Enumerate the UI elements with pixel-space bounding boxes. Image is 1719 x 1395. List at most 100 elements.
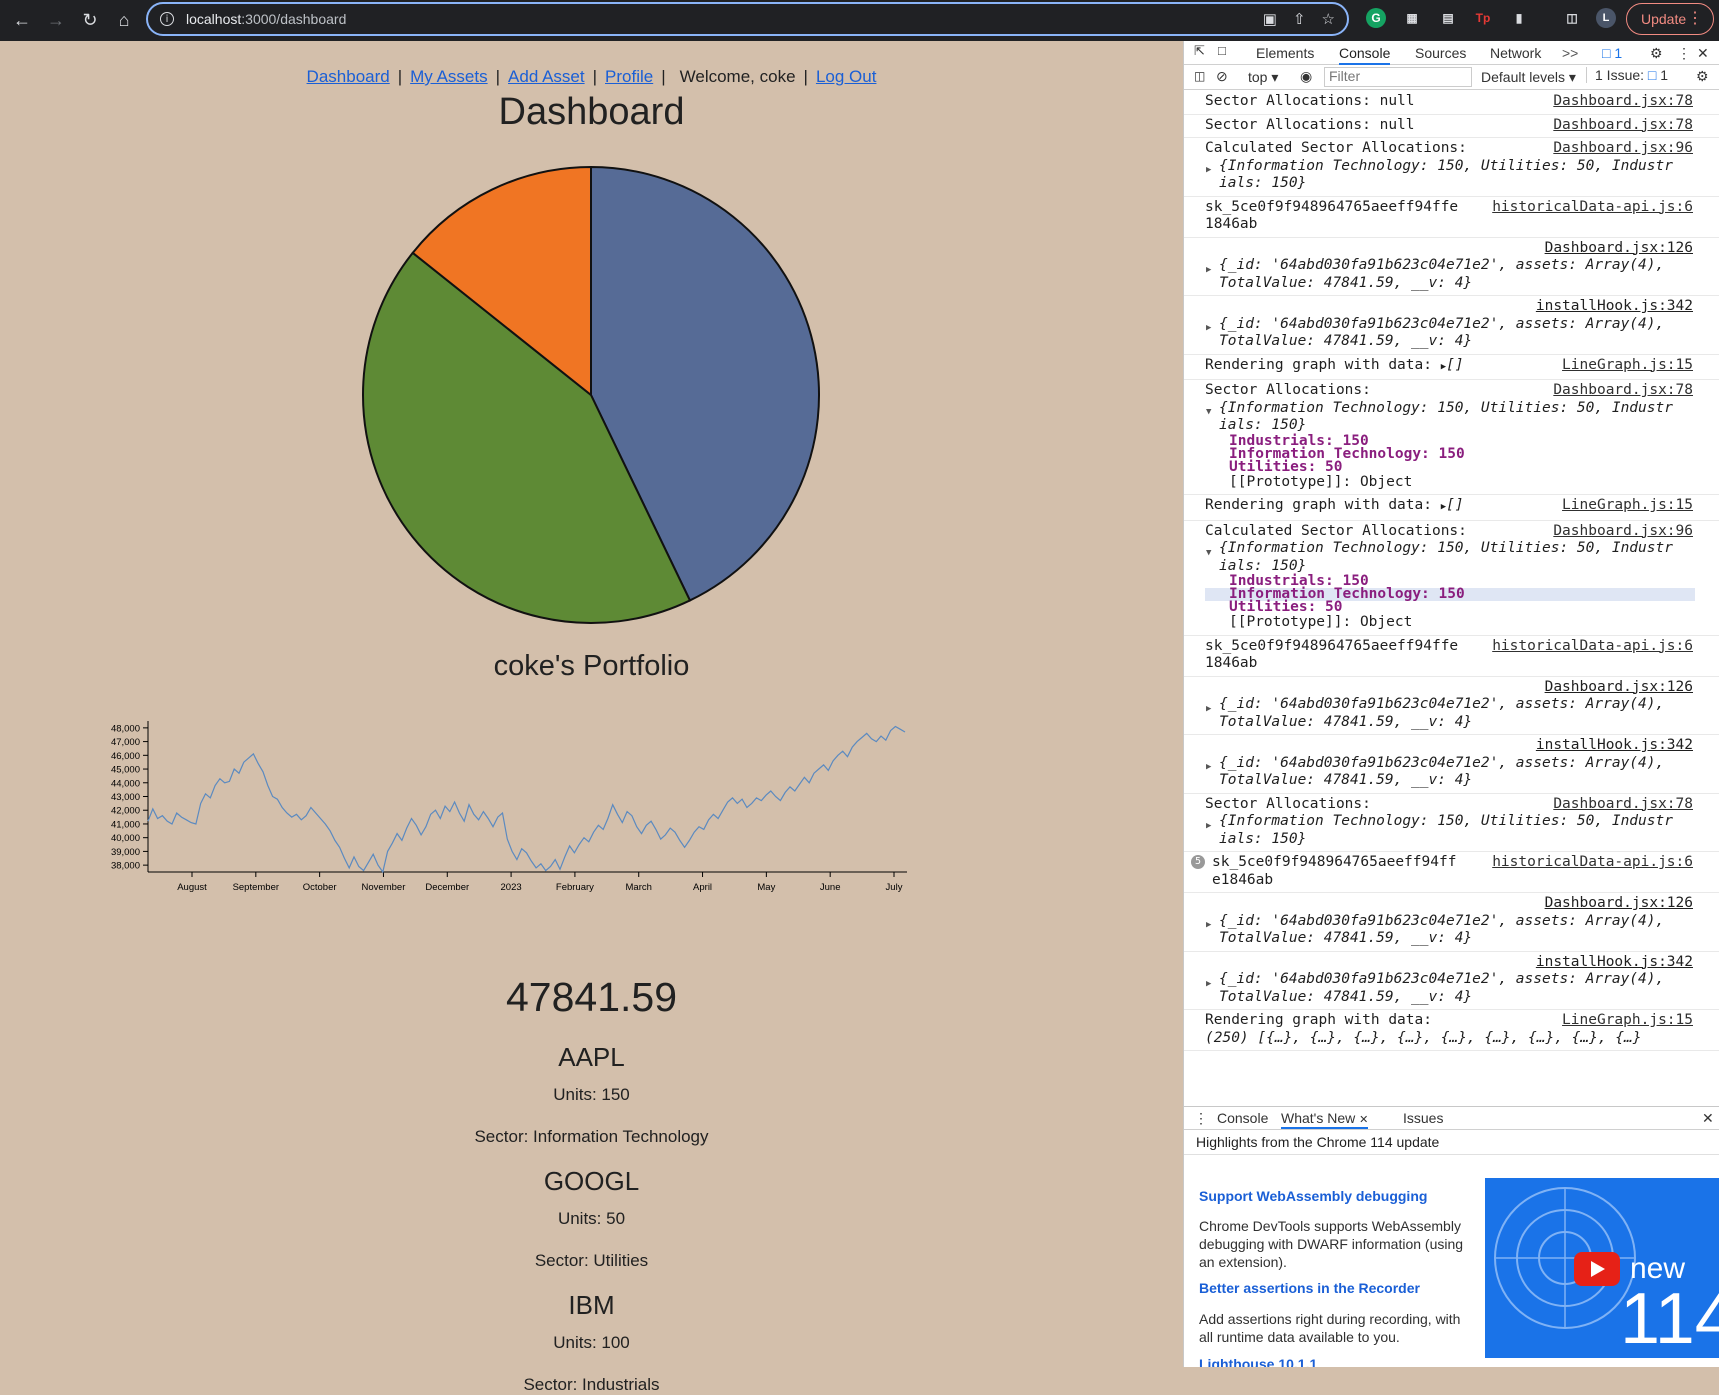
drawer-tab-console[interactable]: Console — [1217, 1110, 1268, 1126]
asset-units: Units: 100 — [553, 1333, 630, 1352]
top-navigation: Dashboard | My Assets | Add Asset | Profile | We… — [0, 67, 1183, 87]
source-link[interactable]: Dashboard.jsx:96 — [1553, 140, 1693, 158]
sector-pie-chart — [362, 165, 820, 624]
source-link[interactable]: installHook.js:342 — [1205, 954, 1695, 972]
extension-icon[interactable]: ▤ — [1438, 8, 1458, 28]
sidebar-toggle-icon[interactable]: ◫ — [1194, 69, 1205, 83]
source-link[interactable]: installHook.js:342 — [1205, 298, 1695, 316]
drawer-menu-icon[interactable]: ⋮ — [1194, 1110, 1208, 1127]
expand-triangle-icon[interactable]: ▶ — [1206, 759, 1211, 777]
address-bar[interactable]: i localhost:3000/dashboard ▣ ⇧ ☆ — [146, 2, 1349, 36]
update-button[interactable]: Update ⋮ — [1626, 3, 1714, 35]
y-tick-label: 40,000 — [111, 833, 140, 844]
source-link[interactable]: installHook.js:342 — [1205, 737, 1695, 755]
grammarly-extension-icon[interactable]: G — [1366, 8, 1386, 28]
source-link[interactable]: LineGraph.js:15 — [1562, 497, 1693, 515]
source-link[interactable]: Dashboard.jsx:78 — [1553, 796, 1693, 814]
tab-console[interactable]: Console — [1339, 45, 1391, 65]
nav-logout-link[interactable]: Log Out — [816, 67, 877, 86]
source-link[interactable]: Dashboard.jsx:126 — [1205, 240, 1695, 258]
context-select[interactable]: top ▾ — [1248, 69, 1278, 86]
close-tab-icon[interactable]: ✕ — [1359, 1114, 1368, 1126]
nav-my-assets-link[interactable]: My Assets — [410, 67, 487, 86]
close-devtools-icon[interactable]: ✕ — [1697, 45, 1709, 62]
bookmark-star-icon[interactable]: ☆ — [1322, 10, 1335, 28]
expand-triangle-icon[interactable]: ▶ — [1206, 818, 1211, 836]
source-link[interactable]: historicalData-api.js:6 — [1492, 199, 1693, 217]
x-tick-label: August — [177, 882, 207, 893]
tab-sources[interactable]: Sources — [1415, 45, 1466, 61]
whats-new-link[interactable]: Lighthouse 10.1.1 — [1199, 1356, 1317, 1367]
drawer-tab-issues[interactable]: Issues — [1403, 1110, 1443, 1126]
source-link[interactable]: LineGraph.js:15 — [1562, 1012, 1693, 1030]
nav-dashboard-link[interactable]: Dashboard — [307, 67, 390, 86]
console-settings-icon[interactable]: ⚙ — [1696, 68, 1709, 85]
menu-dots-icon[interactable]: ⋮ — [1687, 8, 1703, 28]
source-link[interactable]: Dashboard.jsx:78 — [1553, 117, 1693, 135]
forward-icon[interactable]: → — [44, 9, 68, 33]
expand-triangle-icon[interactable]: ▶ — [1206, 976, 1211, 994]
expand-triangle-icon[interactable]: ▶ — [1206, 701, 1211, 719]
log-levels-select[interactable]: Default levels ▾ — [1481, 69, 1576, 86]
collapse-triangle-icon[interactable]: ▼ — [1206, 545, 1211, 563]
welcome-text: Welcome, coke — [679, 67, 796, 86]
console-message: Dashboard.jsx:96 Calculated Sector Alloca… — [1184, 521, 1719, 636]
devtools-tabbar: ⇱ □ Elements Console Sources Network >> … — [1184, 41, 1719, 65]
expand-triangle-icon[interactable]: ▶ — [1206, 917, 1211, 935]
source-link[interactable]: Dashboard.jsx:126 — [1205, 679, 1695, 697]
tp-extension-icon[interactable]: Tp — [1473, 8, 1493, 28]
tab-network[interactable]: Network — [1490, 45, 1541, 61]
settings-gear-icon[interactable]: ⚙ — [1650, 45, 1663, 62]
x-tick-label: April — [693, 882, 712, 893]
collapse-triangle-icon[interactable]: ▼ — [1206, 404, 1211, 422]
console-message: Dashboard.jsx:126 ▶ {_id: '64abd030fa91b62… — [1184, 893, 1719, 952]
reload-icon[interactable]: ↻ — [78, 9, 102, 33]
asset-symbol: AAPL — [558, 1042, 625, 1072]
share-icon[interactable]: ⇧ — [1293, 10, 1306, 28]
source-link[interactable]: LineGraph.js:15 — [1562, 357, 1693, 375]
back-icon[interactable]: ← — [10, 9, 34, 33]
source-link[interactable]: Dashboard.jsx:126 — [1205, 895, 1695, 913]
y-tick-label: 41,000 — [111, 819, 140, 830]
close-drawer-icon[interactable]: ✕ — [1702, 1110, 1714, 1127]
issues-counter[interactable]: 1 Issue: □ 1 — [1586, 67, 1668, 83]
source-link[interactable]: historicalData-api.js:6 — [1492, 638, 1693, 656]
drawer-tab-whats-new[interactable]: What's New ✕ — [1281, 1110, 1369, 1129]
whats-new-link[interactable]: Better assertions in the Recorder — [1199, 1280, 1420, 1296]
more-options-icon[interactable]: ⋮ — [1677, 45, 1691, 62]
extension-icon[interactable]: ▦ — [1402, 8, 1422, 28]
live-expression-eye-icon[interactable]: ◉ — [1300, 68, 1312, 85]
extensions-puzzle-icon[interactable]: ▮ — [1509, 8, 1529, 28]
expand-triangle-icon[interactable]: ▶ — [1206, 262, 1211, 280]
side-panel-icon[interactable]: ◫ — [1562, 8, 1582, 28]
home-icon[interactable]: ⌂ — [112, 9, 136, 33]
clear-console-icon[interactable]: ⊘ — [1216, 68, 1228, 85]
messages-badge[interactable]: □ 1 — [1602, 45, 1622, 61]
x-tick-label: December — [425, 882, 469, 893]
source-link[interactable]: Dashboard.jsx:78 — [1553, 93, 1693, 111]
tab-elements[interactable]: Elements — [1256, 45, 1314, 61]
nav-add-asset-link[interactable]: Add Asset — [508, 67, 585, 86]
console-message: Dashboard.jsx:126 ▶ {_id: '64abd030fa91b62… — [1184, 238, 1719, 296]
more-tabs-icon[interactable]: >> — [1562, 45, 1578, 61]
profile-avatar[interactable]: L — [1596, 8, 1616, 28]
whats-new-video-thumbnail[interactable]: new 114 — [1485, 1178, 1719, 1358]
console-message: Dashboard.jsx:96 Calculated Sector Alloca… — [1184, 138, 1719, 197]
url-text[interactable]: localhost:3000/dashboard — [186, 11, 346, 27]
expand-triangle-icon[interactable]: ▶ — [1206, 320, 1211, 338]
whats-new-link[interactable]: Support WebAssembly debugging — [1199, 1188, 1427, 1204]
source-link[interactable]: Dashboard.jsx:78 — [1553, 382, 1693, 400]
console-filter-input[interactable]: Filter — [1324, 67, 1472, 87]
source-link[interactable]: Dashboard.jsx:96 — [1553, 523, 1693, 541]
device-toolbar-icon[interactable]: □ — [1218, 43, 1226, 58]
nav-profile-link[interactable]: Profile — [605, 67, 653, 86]
inspect-element-icon[interactable]: ⇱ — [1194, 43, 1205, 59]
expand-triangle-icon[interactable]: ▶ — [1206, 162, 1211, 180]
install-app-icon[interactable]: ▣ — [1263, 10, 1277, 28]
asset-units: Units: 150 — [553, 1085, 630, 1104]
source-link[interactable]: historicalData-api.js:6 — [1492, 854, 1693, 872]
site-info-icon[interactable]: i — [160, 12, 174, 26]
nav-separator: | — [397, 67, 403, 86]
nav-separator: | — [495, 67, 501, 86]
x-axis: August September October November December 20… — [148, 871, 907, 893]
